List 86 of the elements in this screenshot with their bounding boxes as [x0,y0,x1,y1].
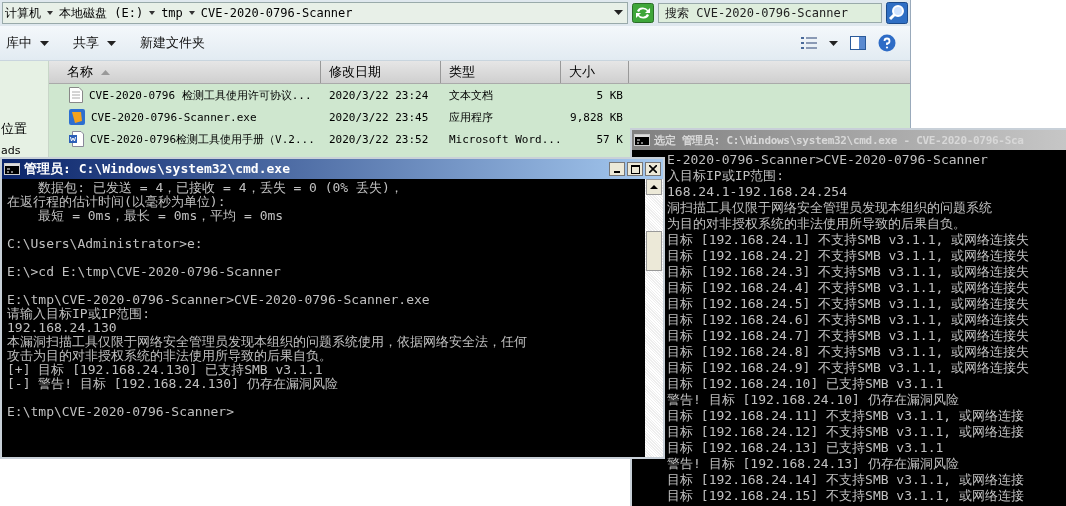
caret-icon[interactable] [829,40,838,46]
breadcrumb-item[interactable]: 计算机 [5,4,41,22]
breadcrumb-item[interactable]: 本地磁盘 (E:) [59,4,144,22]
console-line: 最短 = 0ms，最长 = 0ms，平均 = 0ms [37,209,285,223]
file-name: CVE-2020-0796-Scanner.exe [91,110,257,124]
scroll-thumb[interactable] [646,231,662,271]
console-line: 192.168.24.130 [7,321,118,335]
scroll-up-icon[interactable] [646,179,662,195]
console-line: 洞扫描工具仅限于网络安全管理员发现本组织的问题系统 [667,200,993,216]
console-icon [4,163,20,175]
console-line: 为目的对非授权系统的非法使用所导致的后果自负。 [667,216,967,232]
address-bar[interactable]: 计算机 本地磁盘 (E:) tmp CVE-2020-0796-Scanner [2,2,628,24]
type-cell-text: 应用程序 [448,109,494,125]
console-line: 警告! 目标 [192.168.24.13] 仍存在漏洞风险 [667,456,960,472]
console-line: 目标 [192.168.24.2] 不支持SMB v3.1.1, 或网络连接失 [667,248,1031,264]
console-line: 目标 [192.168.24.7] 不支持SMB v3.1.1, 或网络连接失 [667,328,1031,344]
console-line: 目标 [192.168.24.6] 不支持SMB v3.1.1, 或网络连接失 [667,312,1031,328]
nav-item[interactable]: ads [0,144,48,157]
console-line: 目标 [192.168.24.13] 已支持SMB v3.1.1 [667,440,945,456]
application-icon [69,109,85,125]
chevron-icon [47,10,53,16]
console-line: 在返行程的估计时间(以毫秒为单位): [7,195,227,209]
nav-item[interactable]: 位置 [0,120,48,138]
console-line: 目标 [192.168.24.10] 已支持SMB v3.1.1 [667,376,945,392]
preview-pane-icon[interactable] [850,36,866,50]
console-line: 请输入目标IP或IP范围: [7,307,151,321]
console-line: 目标 [192.168.24.5] 不支持SMB v3.1.1, 或网络连接失 [667,296,1031,312]
console-line: 目标 [192.168.24.1] 不支持SMB v3.1.1, 或网络连接失 [667,232,1031,248]
chevron-icon [149,10,156,16]
help-icon[interactable] [878,34,896,52]
close-icon [649,165,657,173]
console-line: 警告! 目标 [192.168.24.10] 仍存在漏洞风险 [667,392,960,408]
console-line: 攻击为目的对非授权系统的非法使用所导致的后果自负。 [7,349,333,363]
date-cell-text: 2020/3/22 23:45 [328,110,430,124]
console-line: [+] 目标 [192.168.24.130] 已支持SMB v3.1.1 [7,363,324,377]
type-cell-text: 文本文档 [448,87,494,103]
console-line: [-] 警告! 目标 [192.168.24.130] 仍存在漏洞风险 [7,377,339,391]
column-header[interactable]: 类型 [441,61,561,83]
date-cell-text: 2020/3/22 23:52 [328,132,430,146]
console-line: 目标 [192.168.24.14] 不支持SMB v3.1.1, 或网络连接 [667,472,1025,488]
close-button[interactable] [645,162,661,176]
breadcrumb-item[interactable]: CVE-2020-0796-Scanner [200,6,353,20]
maximize-icon [630,164,640,174]
list-view-icon[interactable] [801,36,817,50]
column-header[interactable]: 修改日期 [321,61,441,83]
console-line: E-2020-0796-Scanner>CVE-2020-0796-Scanner [667,152,989,168]
toolbar-button[interactable]: 库中 [0,32,55,54]
breadcrumb-item[interactable]: tmp [161,6,183,20]
console-line: E:\tmp\CVE-2020-0796-Scanner>CVE-2020-0796-Scanner.exe [7,293,431,307]
toolbar-button[interactable]: 共享 [67,32,122,54]
console-line: 目标 [192.168.24.15] 不支持SMB v3.1.1, 或网络连接 [667,488,1025,504]
type-cell-text: Microsoft Word... [448,132,561,146]
file-name: CVE-2020-0796检测工具使用手册（V.2... [90,131,315,147]
toolbar-button[interactable]: 新建文件夹 [134,32,211,54]
console-line: 目标 [192.168.24.4] 不支持SMB v3.1.1, 或网络连接失 [667,280,1031,296]
console-line: 目标 [192.168.24.12] 不支持SMB v3.1.1, 或网络连接 [667,424,1025,440]
console-line: 目标 [192.168.24.3] 不支持SMB v3.1.1, 或网络连接失 [667,264,1031,280]
console-line: 目标 [192.168.24.11] 不支持SMB v3.1.1, 或网络连接 [667,408,1025,424]
file-name: CVE-2020-0796 检测工具使用许可协议... [89,87,312,103]
maximize-button[interactable] [627,162,643,176]
window-title: 管理员: C:\Windows\system32\cmd.exe [24,160,290,178]
column-header[interactable]: 大小 [561,61,629,83]
size-cell-text: 9,828 KB [569,110,624,124]
console-line: E:\>cd E:\tmp\CVE-2020-0796-Scanner [7,265,282,279]
dropdown-icon[interactable] [614,10,623,16]
console-line: 168.24.1-192.168.24.254 [667,184,848,200]
column-header[interactable]: 名称 [49,61,321,83]
minimize-button[interactable] [609,162,625,176]
console-line: C:\Users\Administrator>e: [7,237,204,251]
size-cell-text: 5 KB [595,88,624,102]
size-cell-text: 57 K [595,132,624,146]
text-document-icon [69,87,83,103]
date-cell-text: 2020/3/22 23:24 [328,88,430,102]
search-field[interactable]: 搜索 CVE-2020-0796-Scanner [658,3,882,23]
console-line: 目标 [192.168.24.8] 不支持SMB v3.1.1, 或网络连接失 [667,344,1031,360]
console-line: 本漏洞扫描工具仅限于网络安全管理员发现本组织的问题系统使用，依据网络安全法，任何 [7,335,528,349]
word-document-icon [69,131,84,147]
console-line: 目标 [192.168.24.9] 不支持SMB v3.1.1, 或网络连接失 [667,360,1031,376]
scrollbar[interactable] [645,179,663,457]
console-icon [634,134,650,146]
console-line: 入目标IP或IP范围: [667,168,786,184]
chevron-icon [188,10,195,16]
refresh-icon[interactable] [632,3,654,23]
search-icon[interactable] [886,2,908,24]
console-line: 数据包: 已发送 = 4，已接收 = 4，丢失 = 0 (0% 丢失)， [37,181,404,195]
console-line: E:\tmp\CVE-2020-0796-Scanner> [7,405,235,419]
